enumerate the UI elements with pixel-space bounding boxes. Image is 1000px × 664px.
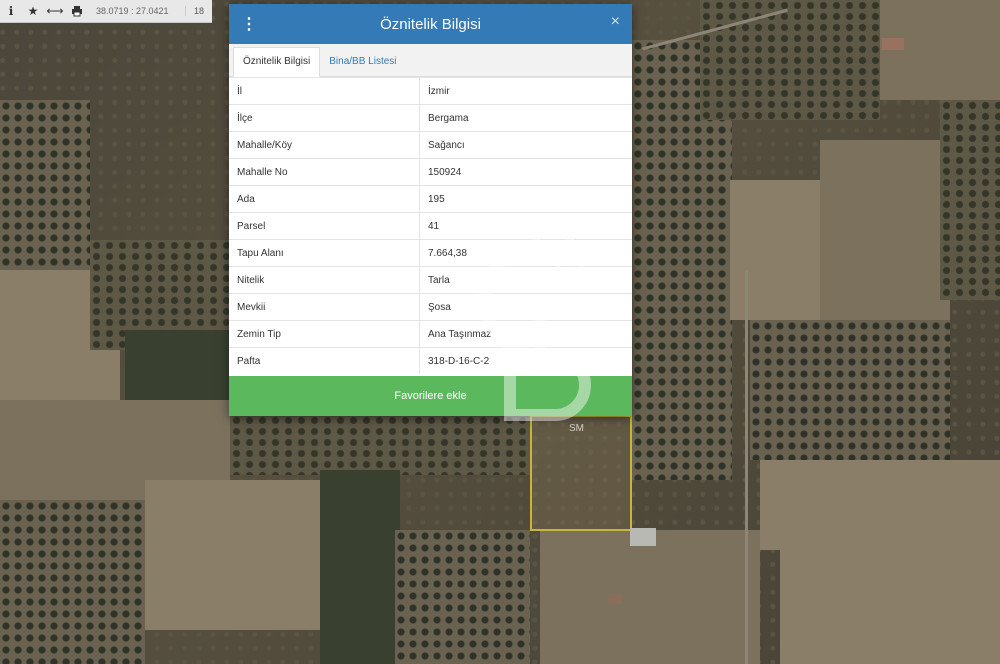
attribute-value: Şosa [419,293,632,321]
attribute-dialog: ⋮ Öznitelik Bilgisi × Öznitelik Bilgisi … [229,4,632,416]
dialog-tabs: Öznitelik Bilgisi Bina/BB Listesi [229,44,632,77]
map-toolbar: ℹ ★ ⟷ 38.0719 : 27.0421 18 [0,0,212,23]
attribute-row: Zemin Tip Ana Taşınmaz [229,320,632,348]
more-menu-icon[interactable]: ⋮ [241,14,257,34]
map-building [882,38,904,50]
print-icon[interactable] [66,0,88,22]
attribute-value: Sağancı [419,131,632,159]
attribute-row: Mahalle/Köy Sağancı [229,131,632,159]
attribute-value: Ana Taşınmaz [419,320,632,348]
map-building [608,594,622,604]
map-field [820,140,950,320]
attribute-key: Tapu Alanı [229,239,420,267]
map-field [940,100,1000,300]
map-field [0,100,90,270]
attribute-value: Bergama [419,104,632,132]
tab-attribute-info[interactable]: Öznitelik Bilgisi [233,47,321,77]
attribute-row: Parsel 41 [229,212,632,240]
close-icon[interactable]: × [611,13,620,31]
attribute-row: Ada 195 [229,185,632,213]
coordinate-readout: 38.0719 : 27.0421 [96,6,169,16]
star-icon[interactable]: ★ [22,0,44,22]
dialog-title: Öznitelik Bilgisi [380,15,481,33]
attribute-table: İl İzmir İlçe Bergama Mahalle/Köy Sağancı Maha… [229,77,632,374]
attribute-key: İl [229,77,420,105]
tab-building-list[interactable]: Bina/BB Listesi [320,48,405,76]
attribute-row: Mevkii Şosa [229,293,632,321]
parcel-label: SM [569,423,584,434]
map-field [540,530,760,664]
map-road [745,270,748,664]
add-to-favorites-button[interactable]: Favorilere ekle [229,376,632,416]
attribute-value: 318-D-16-C-2 [419,347,632,374]
attribute-value: İzmir [419,77,632,105]
attribute-key: Pafta [229,347,420,374]
info-icon[interactable]: ℹ [0,0,22,22]
attribute-row: Nitelik Tarla [229,266,632,294]
map-field [320,470,400,664]
attribute-value: 7.664,38 [419,239,632,267]
attribute-row: Tapu Alanı 7.664,38 [229,239,632,267]
map-field [145,480,325,630]
attribute-key: Ada [229,185,420,213]
map-field [750,320,950,460]
attribute-key: İlçe [229,104,420,132]
attribute-value: Tarla [419,266,632,294]
map-field [880,0,1000,100]
attribute-row: İlçe Bergama [229,104,632,132]
map-field [760,460,1000,550]
attribute-value: 41 [419,212,632,240]
attribute-key: Nitelik [229,266,420,294]
attribute-row: Mahalle No 150924 [229,158,632,186]
map-field [780,550,1000,664]
attribute-key: Parsel [229,212,420,240]
map-field [700,0,880,120]
attribute-row: Pafta 318-D-16-C-2 [229,347,632,374]
attribute-row: İl İzmir [229,77,632,105]
attribute-key: Mahalle No [229,158,420,186]
dialog-header: ⋮ Öznitelik Bilgisi × [229,4,632,44]
attribute-key: Zemin Tip [229,320,420,348]
map-building [630,528,656,546]
attribute-key: Mahalle/Köy [229,131,420,159]
measure-icon[interactable]: ⟷ [44,0,66,22]
attribute-key: Mevkii [229,293,420,321]
attribute-value: 150924 [419,158,632,186]
zoom-level: 18 [184,6,212,16]
map-field [0,500,145,664]
map-field [395,530,530,664]
attribute-value: 195 [419,185,632,213]
map-field [230,415,530,475]
